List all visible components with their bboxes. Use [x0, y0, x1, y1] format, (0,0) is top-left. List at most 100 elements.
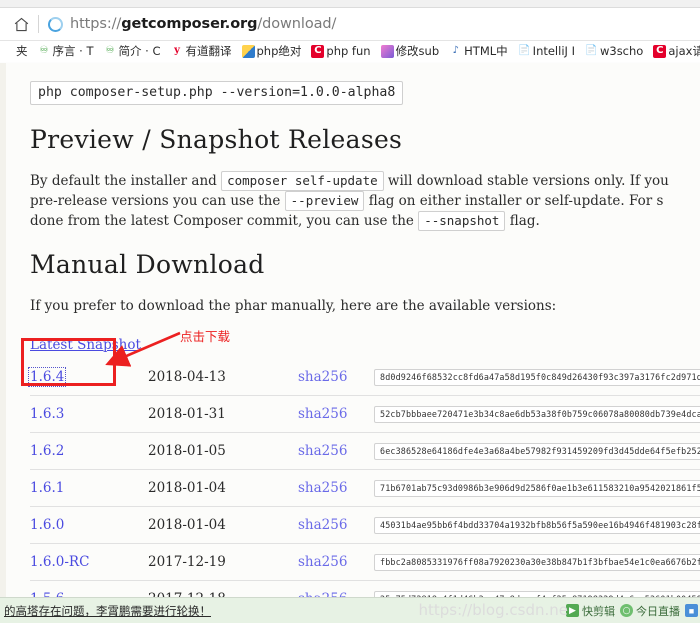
loading-spinner-icon	[48, 16, 63, 32]
version-download-link[interactable]: 1.6.3	[30, 406, 64, 422]
table-row[interactable]: 1.6.3 2018-01-31 sha256 52cb7bbbaee72047…	[30, 395, 700, 433]
url-host: getcomposer.org	[121, 16, 258, 32]
bookmark-label: 简介 · C	[118, 44, 161, 58]
hash-value: 6ec386528e64186dfe4e3a68a4be57982f931459…	[374, 443, 700, 460]
version-cell: 1.5.6	[30, 580, 148, 597]
bookmark-label: 修改sub	[395, 44, 440, 58]
hash-value: 8d0d9246f68532cc8fd6a47a58d195f0c849d264…	[374, 369, 700, 386]
bookmark-item[interactable]: ♾ 简介 · C	[104, 43, 161, 59]
preview-text-2b: flag on either installer or self-update.…	[368, 193, 664, 209]
purple-square-icon	[380, 44, 394, 58]
bookmark-label: 序言 · T	[52, 44, 94, 58]
date-cell: 2018-01-31	[148, 395, 298, 433]
tray-extra-icon[interactable]: ■	[685, 604, 698, 617]
sha256-link[interactable]: sha256	[298, 406, 347, 422]
table-row[interactable]: 1.6.0-RC 2017-12-19 sha256 fbbc2a8085331…	[30, 543, 700, 581]
tray-item[interactable]: ○ 今日直播	[620, 603, 680, 619]
bookmark-item[interactable]: 夹	[1, 43, 28, 59]
bookmark-label: HTML中	[464, 44, 508, 58]
bookmark-item[interactable]: ♾ 序言 · T	[38, 43, 94, 59]
date-cell: 2018-01-05	[148, 432, 298, 470]
sha256-link[interactable]: sha256	[298, 369, 347, 385]
bookmark-label: 夹	[16, 44, 28, 58]
sha-label-cell: sha256	[298, 506, 374, 544]
preview-text-1a: By default the installer and	[30, 173, 217, 189]
bookmark-label: 有道翻译	[185, 44, 232, 58]
sha256-link[interactable]: sha256	[298, 480, 347, 496]
annotation-label: 点击下载	[180, 329, 231, 344]
hash-value: 52cb7bbbaee720471e3b34c8ae6db53a38f0b759…	[374, 406, 700, 423]
page-icon: 📄	[517, 45, 531, 56]
bookmarks-bar[interactable]: 夹 ♾ 序言 · T ♾ 简介 · C y 有道翻译 php绝对 C php f…	[0, 41, 700, 62]
tray-label: 快剪辑	[582, 604, 615, 618]
tray-label: 今日直播	[636, 604, 680, 618]
sha-label-cell: sha256	[298, 469, 374, 507]
preview-text-1b: will download stable versions only. If y…	[387, 173, 669, 189]
status-link-text[interactable]: 的高塔存在问题，李霄鹏需要进行轮换！	[0, 603, 211, 619]
bookmark-item[interactable]: 📄 w3scho	[585, 44, 643, 58]
bookmark-item[interactable]: y 有道翻译	[171, 43, 232, 59]
bookmark-item[interactable]: 📄 IntelliJ I	[518, 44, 575, 58]
version-download-link[interactable]: 1.6.4	[27, 367, 67, 387]
sha256-link[interactable]: sha256	[298, 443, 347, 459]
page-icon: 📄	[585, 45, 598, 56]
url-prefix: https://	[70, 16, 122, 32]
preview-text-3a: done from the latest Composer commit, yo…	[30, 213, 414, 229]
hash-cell: 25e75d72818c4f1d46b3ae47a8deaaf4ef25c871…	[374, 580, 700, 597]
preview-text-2a: pre-release versions you can use the	[30, 193, 281, 209]
version-download-link[interactable]: 1.6.0-RC	[30, 554, 89, 570]
sha-label-cell: sha256	[298, 359, 374, 396]
table-row[interactable]: 1.6.0 2018-01-04 sha256 45031b4ae95bb6f4…	[30, 506, 700, 544]
hash-cell: 6ec386528e64186dfe4e3a68a4be57982f931459…	[374, 432, 700, 470]
preview-flag-code: --preview	[284, 191, 365, 211]
versions-table-body: 1.6.4 2018-04-13 sha256 8d0d9246f68532cc…	[27, 359, 700, 597]
bookmark-item[interactable]: C php fun	[311, 44, 371, 58]
self-update-code: composer self-update	[221, 171, 384, 191]
date-cell: 2018-01-04	[148, 506, 298, 544]
version-cell: 1.6.3	[30, 395, 148, 433]
table-row[interactable]: 1.6.2 2018-01-05 sha256 6ec386528e64186d…	[30, 432, 700, 470]
sha256-link[interactable]: sha256	[298, 554, 347, 570]
folder-icon	[1, 45, 14, 58]
bookmark-label: php绝对	[256, 44, 302, 58]
manual-download-heading: Manual Download	[30, 250, 265, 279]
hash-value: 45031b4ae95bb6f4bdd33704a1932bfb8b56f5a5…	[374, 517, 700, 534]
home-icon[interactable]	[8, 11, 34, 37]
sha256-link[interactable]: sha256	[298, 517, 347, 533]
bookmark-item[interactable]: C ajax请求	[653, 43, 700, 59]
red-c-icon: C	[653, 44, 667, 58]
install-command-code[interactable]: php composer-setup.php --version=1.0.0-a…	[30, 81, 404, 105]
date-cell: 2017-12-19	[148, 543, 298, 581]
table-row[interactable]: 1.5.6 2017-12-18 sha256 25e75d72818c4f1d…	[30, 580, 700, 597]
sha-label-cell: sha256	[298, 395, 374, 433]
html-icon: ♪	[452, 45, 459, 56]
clock-circle-icon: ○	[620, 604, 633, 617]
bookmark-label: w3scho	[599, 44, 644, 58]
version-download-link[interactable]: 1.6.0	[30, 517, 64, 533]
bookmark-label: IntelliJ I	[532, 44, 575, 58]
tray-item[interactable]: ▶ 快剪辑	[566, 603, 615, 619]
version-cell: 1.6.2	[30, 432, 148, 470]
version-download-link[interactable]: 1.6.2	[30, 443, 64, 459]
versions-table: 1.6.4 2018-04-13 sha256 8d0d9246f68532cc…	[27, 359, 700, 597]
green-leaf-icon: ♾	[105, 45, 115, 56]
url-text[interactable]: https://getcomposer.org/download/	[70, 16, 336, 32]
hash-cell: fbbc2a8085331976ff08a7920230a30e38b847b1…	[374, 543, 700, 581]
address-bar[interactable]: https://getcomposer.org/download/	[0, 8, 700, 41]
preview-text-3b: flag.	[509, 213, 540, 229]
bookmark-item[interactable]: php绝对	[241, 43, 302, 59]
bookmark-label: ajax请求	[668, 44, 700, 58]
bookmark-item[interactable]: ♪ HTML中	[449, 43, 508, 59]
hash-cell: 45031b4ae95bb6f4bdd33704a1932bfb8b56f5a5…	[374, 506, 700, 544]
version-cell: 1.6.0-RC	[30, 543, 148, 581]
table-row[interactable]: 1.6.1 2018-01-04 sha256 71b6701ab75c93d0…	[30, 469, 700, 507]
hash-cell: 71b6701ab75c93d0986b3e906d9d2586f0ae1b3e…	[374, 469, 700, 507]
preview-snapshot-heading: Preview / Snapshot Releases	[30, 125, 403, 154]
preview-paragraph-line-2: pre-release versions you can use the --p…	[30, 191, 700, 211]
sha-label-cell: sha256	[298, 580, 374, 597]
version-download-link[interactable]: 1.6.1	[30, 480, 64, 496]
snapshot-flag-code: --snapshot	[418, 211, 506, 231]
url-path: /download/	[257, 16, 337, 32]
bookmark-item[interactable]: 修改sub	[380, 43, 440, 59]
manual-download-paragraph: If you prefer to download the phar manua…	[30, 298, 557, 314]
